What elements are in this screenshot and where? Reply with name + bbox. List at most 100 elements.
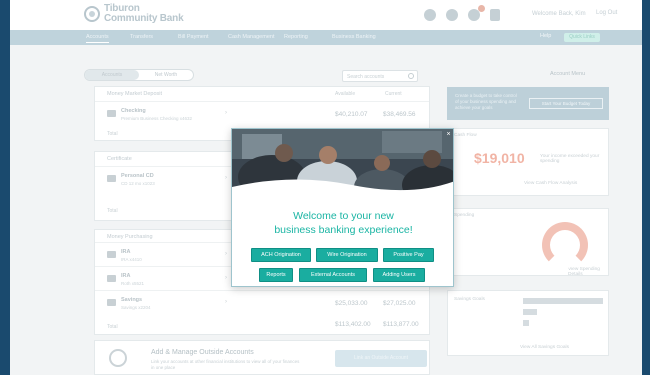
welcome-line-2: business banking experience! [274,224,413,236]
nav-bill-payment[interactable]: Bill Payment [178,34,209,40]
available-balance: $40,210.07 [335,111,368,118]
logo-mark-icon [84,6,100,22]
close-icon[interactable]: × [444,130,453,139]
account-menu-link[interactable]: Account Menu [550,71,585,77]
chevron-right-icon: › [225,251,227,257]
cashflow-link[interactable]: View Cash Flow Analysis [524,181,577,186]
chevron-right-icon: › [225,275,227,281]
group-title: Certificate [107,156,132,162]
account-subtitle: Premium Business Checking x4632 [121,116,193,121]
bank-icon [107,299,116,306]
account-search-input[interactable]: Search accounts [342,70,418,82]
reports-button[interactable]: Reports [259,268,293,282]
user-greeting: Welcome Back, Kim [532,11,586,17]
account-subtitle: CD 12 mo x1023 [121,181,155,186]
tab-accounts[interactable]: Accounts [85,70,139,80]
certificate-icon [107,175,116,182]
chevron-right-icon: › [225,299,227,305]
goal-bar [523,320,529,326]
adding-users-button[interactable]: Adding Users [373,268,425,282]
nav-accounts[interactable]: Accounts [86,34,109,43]
account-subtitle: Savings x2204 [121,305,151,310]
document-icon[interactable] [490,9,500,21]
bank-logo[interactable]: Tiburon Community Bank [84,4,184,24]
quick-links-button[interactable]: Quick Links [564,33,600,42]
welcome-line-1: Welcome to your new [293,210,394,222]
chevron-right-icon: › [225,175,227,181]
ach-origination-button[interactable]: ACH Origination [251,248,311,262]
goals-title: Savings Goals [454,297,485,302]
cashflow-note: Your income exceeded your spending [540,154,600,164]
spending-title: Spending [454,213,475,218]
chevron-right-icon: › [225,110,227,116]
gear-icon[interactable] [446,9,458,21]
bank-icon [107,275,116,282]
promo-text: Create a budget to take control of your … [455,93,517,110]
total-available: $113,402.00 [335,321,371,328]
spending-link[interactable]: View Spending Details [568,267,608,277]
group-total-label: Total [107,131,118,137]
account-name: IRA [121,249,131,255]
hero-image: × [232,129,453,199]
link-icon [109,349,127,367]
logout-link[interactable]: Log Out [596,10,617,16]
clock-icon[interactable] [424,9,436,21]
goals-bars [523,298,603,331]
bank-icon [107,251,116,258]
account-name: Personal CD [121,173,154,179]
outside-accounts-card: Add & Manage Outside Accounts Link your … [94,340,430,375]
wire-origination-button[interactable]: Wire Origination [316,248,378,262]
bank-icon [107,110,116,117]
logo-text: Tiburon Community Bank [104,4,184,24]
external-accounts-button[interactable]: External Accounts [299,268,367,282]
main-nav: Accounts Transfers Bill Payment Cash Man… [10,30,642,45]
start-budget-button[interactable]: Start Your Budget Today [529,98,603,109]
tab-net-worth[interactable]: Net Worth [139,70,193,80]
account-subtitle: Roth x5521 [121,281,145,286]
header-icons [424,5,500,21]
notification-badge-icon [478,5,485,12]
search-placeholder: Search accounts [347,74,385,80]
account-name: IRA [121,273,131,279]
budget-promo: Create a budget to take control of your … [447,87,609,120]
account-row[interactable]: Checking Premium Business Checking x4632… [95,101,429,127]
logo-line-2: Community Bank [104,13,184,24]
current-balance: $27,025.00 [383,300,416,307]
top-header: Tiburon Community Bank Welcome Back, Kim… [10,0,642,30]
goal-bar [523,309,537,315]
cashflow-widget: Cash Flow Your income exceeded your spen… [447,128,609,196]
cashflow-title: Cash Flow [454,133,477,138]
nav-reporting[interactable]: Reporting [284,34,308,40]
group-title: Money Market Deposit [107,91,163,97]
goals-link[interactable]: View All Savings Goals [520,345,569,350]
col-current: Current [385,91,402,97]
group-total-label: Total [107,208,118,214]
account-name: Checking [121,108,146,114]
current-balance: $38,469.56 [383,111,416,118]
available-balance: $25,033.00 [335,300,368,307]
total-current: $113,877.00 [383,321,419,328]
search-icon [408,73,414,79]
welcome-title: Welcome to your new business banking exp… [232,209,453,237]
nav-cash-management[interactable]: Cash Management [228,34,274,40]
outside-accounts-desc: Link your accounts at other financial in… [151,359,300,370]
nav-business-banking[interactable]: Business Banking [332,34,376,40]
help-link[interactable]: Help [540,33,551,39]
positive-pay-button[interactable]: Positive Pay [383,248,434,262]
welcome-modal: × Welcome to your new business banking e… [231,128,454,287]
nav-transfers[interactable]: Transfers [130,34,153,40]
account-subtitle: IRA x4410 [121,257,142,262]
messages-icon[interactable] [468,5,485,21]
account-name: Savings [121,297,143,303]
account-row[interactable]: Savings Savings x2204 › $25,033.00 $27,0… [95,290,429,316]
spending-gauge [542,222,588,268]
link-account-button[interactable]: Link an Outside Account [335,350,427,367]
group-total-label: Total [107,324,118,330]
cashflow-amount: $19,010 [474,150,525,166]
group-title: Money Purchasing [107,234,153,240]
col-available: Available [335,91,356,97]
view-toggle: Accounts Net Worth [84,69,194,81]
goal-bar [523,298,603,304]
hero-photo [232,129,453,199]
outside-accounts-title: Add & Manage Outside Accounts [151,349,254,356]
